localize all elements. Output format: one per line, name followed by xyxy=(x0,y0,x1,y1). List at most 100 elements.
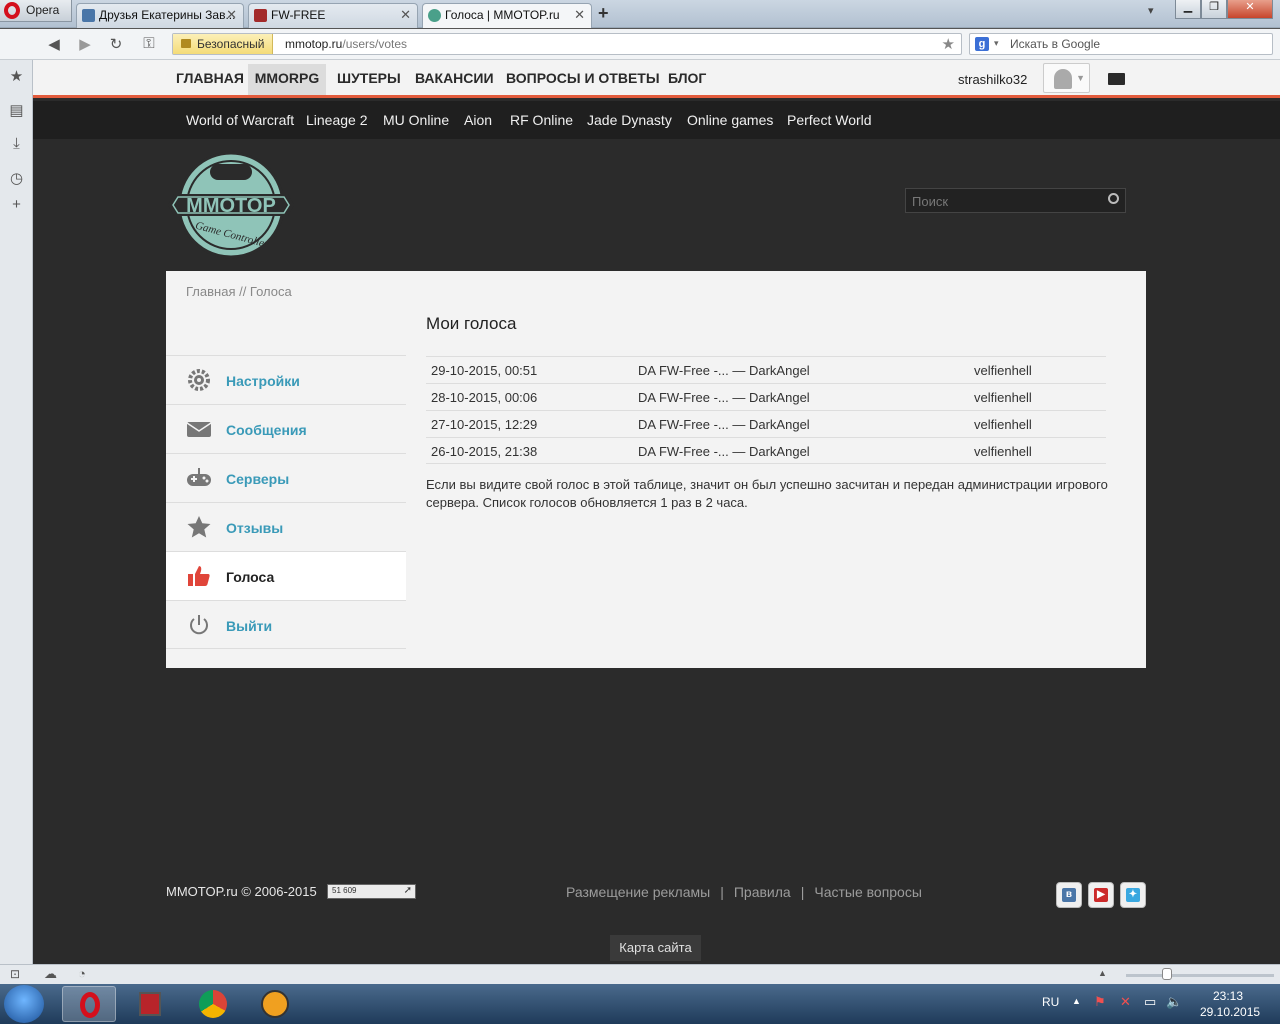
game-link[interactable]: Lineage 2 xyxy=(306,112,368,128)
tab-fw-free[interactable]: FW-FREE ✕ xyxy=(248,3,418,28)
notes-icon[interactable]: ▤ xyxy=(8,101,25,119)
vote-server[interactable]: DA FW-Free -... — DarkAngel xyxy=(638,417,810,432)
sitemap-button[interactable]: Карта сайта xyxy=(610,935,701,961)
username[interactable]: strashilko32 xyxy=(958,72,1027,87)
nav-shooters[interactable]: ШУТЕРЫ xyxy=(337,70,401,86)
sidebar-item-logout[interactable]: Выйти xyxy=(166,600,406,649)
new-tab-button[interactable]: + xyxy=(598,3,609,24)
browser-search-field[interactable]: g ▾ Искать в Google xyxy=(969,33,1273,55)
cloud-icon[interactable]: ☁ xyxy=(44,966,57,982)
mail-icon[interactable] xyxy=(1108,73,1125,85)
table-row: 29-10-2015, 00:51 DA FW-Free -... — Dark… xyxy=(426,356,1106,383)
speed-dial-icon[interactable]: ◔ xyxy=(78,966,86,981)
game-link[interactable]: Perfect World xyxy=(787,112,872,128)
footer-link-rules[interactable]: Правила xyxy=(734,884,791,900)
security-badge[interactable]: Безопасный xyxy=(173,34,274,54)
page-viewport: ГЛАВНАЯ MMORPG ШУТЕРЫ ВАКАНСИИ ВОПРОСЫ И… xyxy=(33,60,1280,964)
game-link[interactable]: Aion xyxy=(464,112,492,128)
site-footer: MMOTOP.ru © 2006-2015 51 609 ➚ Размещение… xyxy=(166,878,1146,918)
gear-icon xyxy=(188,369,210,391)
display-icon[interactable]: ▭ xyxy=(1144,994,1156,1010)
votes-note: Если вы видите свой голос в этой таблице… xyxy=(426,477,1108,510)
game-link[interactable]: MU Online xyxy=(383,112,449,128)
game-link[interactable]: RF Online xyxy=(510,112,573,128)
chevron-up-icon[interactable]: ▲ xyxy=(1098,968,1107,978)
vote-server[interactable]: DA FW-Free -... — DarkAngel xyxy=(638,444,810,459)
google-icon[interactable]: g xyxy=(975,37,989,51)
visit-counter[interactable]: 51 609 ➚ xyxy=(327,884,416,899)
vk-favicon-icon xyxy=(82,9,95,22)
game-link[interactable]: Jade Dynasty xyxy=(587,112,672,128)
chevron-down-icon: ▼ xyxy=(1076,73,1085,83)
taskbar-chrome[interactable] xyxy=(186,986,240,1022)
forward-arrow-icon[interactable]: ▶ xyxy=(74,35,96,53)
opera-menu-button[interactable]: Opera xyxy=(0,0,72,22)
taskbar-app[interactable] xyxy=(124,986,178,1022)
nav-qa[interactable]: ВОПРОСЫ И ОТВЕТЫ xyxy=(506,70,660,86)
footer-link-faq[interactable]: Частые вопросы xyxy=(814,884,922,900)
bookmark-star-icon[interactable]: ★ xyxy=(942,35,955,53)
zoom-slider[interactable] xyxy=(1126,974,1274,977)
network-icon[interactable]: ✕ xyxy=(1120,994,1131,1010)
close-window-button[interactable]: ✕ xyxy=(1227,0,1273,19)
sidebar-item-votes[interactable]: Голоса xyxy=(166,551,406,600)
close-tab-icon[interactable]: ✕ xyxy=(400,7,411,23)
search-icon[interactable] xyxy=(1108,193,1119,204)
avatar[interactable]: ▼ xyxy=(1043,63,1090,93)
taskbar-opera[interactable] xyxy=(62,986,116,1022)
close-tab-icon[interactable]: ✕ xyxy=(226,7,237,23)
key-icon[interactable]: ⚿ xyxy=(138,35,160,52)
taskbar-app[interactable] xyxy=(248,986,302,1022)
minimize-button[interactable]: ▁ xyxy=(1175,0,1201,19)
tab-mmotop[interactable]: Голоса | MMOTOP.ru ✕ xyxy=(422,3,592,28)
nav-home[interactable]: ГЛАВНАЯ xyxy=(176,70,244,86)
address-toolbar: ◀ ▶ ↻ ⚿ Безопасный mmotop.ru/users/votes… xyxy=(0,29,1280,60)
tab-vk[interactable]: Друзья Екатерины Зав... ✕ xyxy=(76,3,244,28)
search-engine-chevron-icon[interactable]: ▾ xyxy=(994,38,999,49)
close-tab-icon[interactable]: ✕ xyxy=(574,7,585,23)
sidebar-item-servers[interactable]: Серверы xyxy=(166,453,406,502)
bookmarks-star-icon[interactable]: ★ xyxy=(8,67,25,85)
fw-favicon-icon xyxy=(254,9,267,22)
game-link[interactable]: Online games xyxy=(687,112,773,128)
footer-separator: | xyxy=(800,884,805,900)
tab-menu-chevron-icon[interactable]: ▾ xyxy=(1148,4,1154,17)
downloads-icon[interactable]: ⤓ xyxy=(8,135,25,152)
nav-jobs[interactable]: ВАКАНСИИ xyxy=(415,70,494,86)
game-link[interactable]: World of Warcraft xyxy=(186,112,294,128)
panel-toggle-icon[interactable]: ⊡ xyxy=(10,967,20,981)
site-search-input[interactable]: Поиск xyxy=(905,188,1126,213)
volume-icon[interactable]: 🔈 xyxy=(1166,994,1182,1010)
games-nav: World of Warcraft Lineage 2 MU Online Ai… xyxy=(33,101,1280,139)
vote-server[interactable]: DA FW-Free -... — DarkAngel xyxy=(638,390,810,405)
start-button[interactable] xyxy=(4,985,44,1023)
page-title: Мои голоса xyxy=(426,314,517,333)
vote-server[interactable]: DA FW-Free -... — DarkAngel xyxy=(638,363,810,378)
mmotop-logo[interactable]: MMOTOP Game Controller xyxy=(166,150,296,260)
url-field[interactable]: Безопасный mmotop.ru/users/votes ★ xyxy=(172,33,962,55)
vote-user: velfienhell xyxy=(974,444,1032,459)
add-panel-icon[interactable]: + xyxy=(8,196,25,213)
footer-separator: | xyxy=(720,884,724,900)
youtube-social-button[interactable]: ▶ xyxy=(1088,882,1114,908)
back-arrow-icon[interactable]: ◀ xyxy=(43,35,65,53)
language-indicator[interactable]: RU xyxy=(1042,995,1059,1009)
power-icon xyxy=(190,615,208,635)
footer-link-ads[interactable]: Размещение рекламы xyxy=(566,884,710,900)
history-clock-icon[interactable]: ◷ xyxy=(8,169,25,187)
sidebar-item-messages[interactable]: Сообщения xyxy=(166,404,406,453)
reload-icon[interactable]: ↻ xyxy=(105,35,127,53)
maximize-button[interactable]: ❐ xyxy=(1201,0,1227,19)
nav-mmorpg[interactable]: MMORPG xyxy=(248,64,326,95)
vk-social-button[interactable]: в xyxy=(1056,882,1082,908)
tray-chevron-icon[interactable]: ▲ xyxy=(1072,996,1081,1006)
sidebar-item-reviews[interactable]: Отзывы xyxy=(166,502,406,551)
sidebar-item-settings[interactable]: Настройки xyxy=(166,355,406,404)
system-clock[interactable]: 23:13 29.10.2015 xyxy=(1200,988,1260,1020)
nav-blog[interactable]: БЛОГ xyxy=(668,70,706,86)
opera-logo-icon xyxy=(4,2,20,19)
zoom-slider-handle[interactable] xyxy=(1162,968,1172,980)
twitter-social-button[interactable]: ✦ xyxy=(1120,882,1146,908)
breadcrumb[interactable]: Главная // Голоса xyxy=(186,284,292,299)
flag-icon[interactable]: ⚑ xyxy=(1094,994,1106,1010)
